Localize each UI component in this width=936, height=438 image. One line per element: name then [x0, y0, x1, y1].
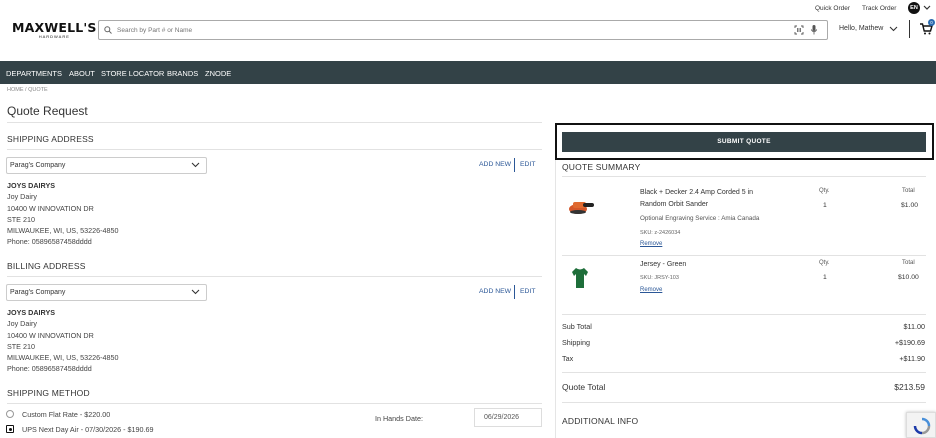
chevron-down-icon[interactable] [923, 5, 931, 11]
in-hands-date-label: In Hands Date: [375, 414, 423, 423]
nav-store-locator[interactable]: STORE LOCATOR [101, 69, 164, 78]
item-qty: 1 [823, 202, 827, 209]
remove-item-link[interactable]: Remove [640, 287, 662, 293]
search-input[interactable] [117, 23, 777, 37]
divider [562, 402, 926, 403]
in-hands-date-input[interactable]: 06/29/2026 [474, 408, 542, 427]
quote-summary-heading: QUOTE SUMMARY [562, 162, 641, 172]
address-phone: Phone: 05896587458dddd [7, 364, 92, 374]
nav-departments[interactable]: DEPARTMENTS [6, 69, 62, 78]
divider [7, 122, 542, 123]
divider [7, 403, 542, 404]
billing-address-details: JOYS DAIRYS Joy Dairy 10400 W INNOVATION… [7, 307, 118, 375]
nav-brands[interactable]: BRANDS [167, 69, 198, 78]
billing-address-selected: Parag's Company [10, 289, 66, 296]
shipping-value: +$190.69 [894, 338, 925, 347]
shipping-address-selected: Parag's Company [10, 162, 66, 169]
shipping-label: Shipping [562, 338, 590, 347]
quote-total-label: Quote Total [562, 382, 606, 392]
chevron-down-icon[interactable] [889, 26, 898, 32]
shipping-option-radio[interactable] [6, 425, 14, 433]
total-header: Total [902, 188, 915, 194]
item-total: $10.00 [898, 274, 919, 281]
account-greeting[interactable]: Hello, Mathew [839, 25, 883, 32]
divider [7, 149, 542, 150]
nav-about[interactable]: ABOUT [69, 69, 95, 78]
product-option: Optional Engraving Service : Amia Canada [640, 215, 760, 222]
shipping-edit-link[interactable]: EDIT [520, 161, 535, 168]
barcode-scan-icon[interactable] [794, 25, 804, 35]
shipping-address-select[interactable]: Parag's Company [6, 157, 207, 174]
jersey-product-image[interactable] [570, 266, 590, 290]
shipping-add-new-link[interactable]: ADD NEW [479, 161, 511, 168]
qty-header: Qty. [819, 188, 830, 194]
address-company: JOYS DAIRYS [7, 308, 56, 317]
shipping-option-label: UPS Next Day Air - 07/30/2026 - $190.69 [22, 425, 154, 434]
main-nav: DEPARTMENTS ABOUT STORE LOCATOR BRANDS Z… [0, 61, 936, 84]
logo-text: MAXWELL'S [12, 20, 97, 35]
product-sku: SKU: JRSY-103 [640, 275, 679, 281]
tax-value: +$11.90 [899, 354, 925, 363]
divider [562, 176, 926, 177]
microphone-icon[interactable] [810, 24, 818, 36]
address-city: MILWAUKEE, WI, US, 53226-4850 [7, 226, 119, 236]
quick-order-link[interactable]: Quick Order [815, 5, 850, 12]
billing-address-select[interactable]: Parag's Company [6, 284, 207, 301]
address-phone: Phone: 05896587458dddd [7, 237, 92, 247]
address-suite: STE 210 [7, 214, 35, 224]
cart-count-badge: 0 [928, 19, 935, 26]
language-selector[interactable]: EN [908, 2, 920, 14]
product-name[interactable]: Black + Decker 2.4 Amp Corded 5 in [640, 187, 753, 200]
shipping-address-heading: SHIPPING ADDRESS [7, 134, 94, 144]
divider [909, 20, 910, 38]
address-street: 10400 W INNOVATION DR [7, 203, 94, 213]
divider [514, 158, 515, 172]
address-company: JOYS DAIRYS [7, 181, 56, 190]
shipping-option-label: Custom Flat Rate - $220.00 [22, 410, 111, 419]
subtotal-value: $11.00 [903, 322, 925, 331]
chevron-down-icon [191, 162, 200, 168]
item-qty: 1 [823, 274, 827, 281]
divider [562, 255, 926, 256]
product-name[interactable]: Jersey - Green [640, 259, 686, 272]
total-header: Total [902, 260, 915, 266]
address-suite: STE 210 [7, 341, 35, 351]
divider [562, 372, 926, 373]
divider [7, 276, 542, 277]
search-bar [98, 20, 828, 40]
divider [562, 314, 926, 315]
quote-summary-panel [555, 160, 934, 438]
subtotal-label: Sub Total [562, 322, 592, 331]
item-total: $1.00 [901, 202, 919, 209]
recaptcha-icon [913, 417, 931, 435]
qty-header: Qty. [819, 260, 830, 266]
remove-item-link[interactable]: Remove [640, 241, 662, 247]
sander-product-image[interactable] [566, 194, 596, 218]
submit-quote-button[interactable]: SUBMIT QUOTE [562, 132, 926, 152]
additional-info-heading[interactable]: ADDITIONAL INFO [562, 416, 638, 426]
product-name-cont[interactable]: Random Orbit Sander [640, 199, 708, 212]
recaptcha-badge[interactable] [906, 412, 936, 438]
shipping-option-radio[interactable] [6, 410, 14, 418]
billing-add-new-link[interactable]: ADD NEW [479, 288, 511, 295]
shipping-address-details: JOYS DAIRYS Joy Dairy 10400 W INNOVATION… [7, 180, 118, 248]
address-street: 10400 W INNOVATION DR [7, 330, 94, 340]
breadcrumb[interactable]: HOME / QUOTE [7, 87, 48, 93]
tax-label: Tax [562, 354, 574, 363]
quote-total-value: $213.59 [894, 382, 925, 392]
product-sku: SKU: z-2426034 [640, 230, 681, 236]
logo[interactable]: MAXWELL'S HARDWARE [12, 20, 97, 39]
track-order-link[interactable]: Track Order [862, 5, 896, 12]
chevron-down-icon [191, 289, 200, 295]
divider [514, 285, 515, 299]
billing-edit-link[interactable]: EDIT [520, 288, 535, 295]
nav-znode[interactable]: ZNODE [205, 69, 231, 78]
shipping-method-heading: SHIPPING METHOD [7, 388, 90, 398]
search-icon [104, 26, 112, 34]
address-name: Joy Dairy [7, 319, 37, 329]
billing-address-heading: BILLING ADDRESS [7, 261, 86, 271]
address-city: MILWAUKEE, WI, US, 53226-4850 [7, 353, 119, 363]
page-title: Quote Request [7, 104, 88, 118]
address-name: Joy Dairy [7, 192, 37, 202]
